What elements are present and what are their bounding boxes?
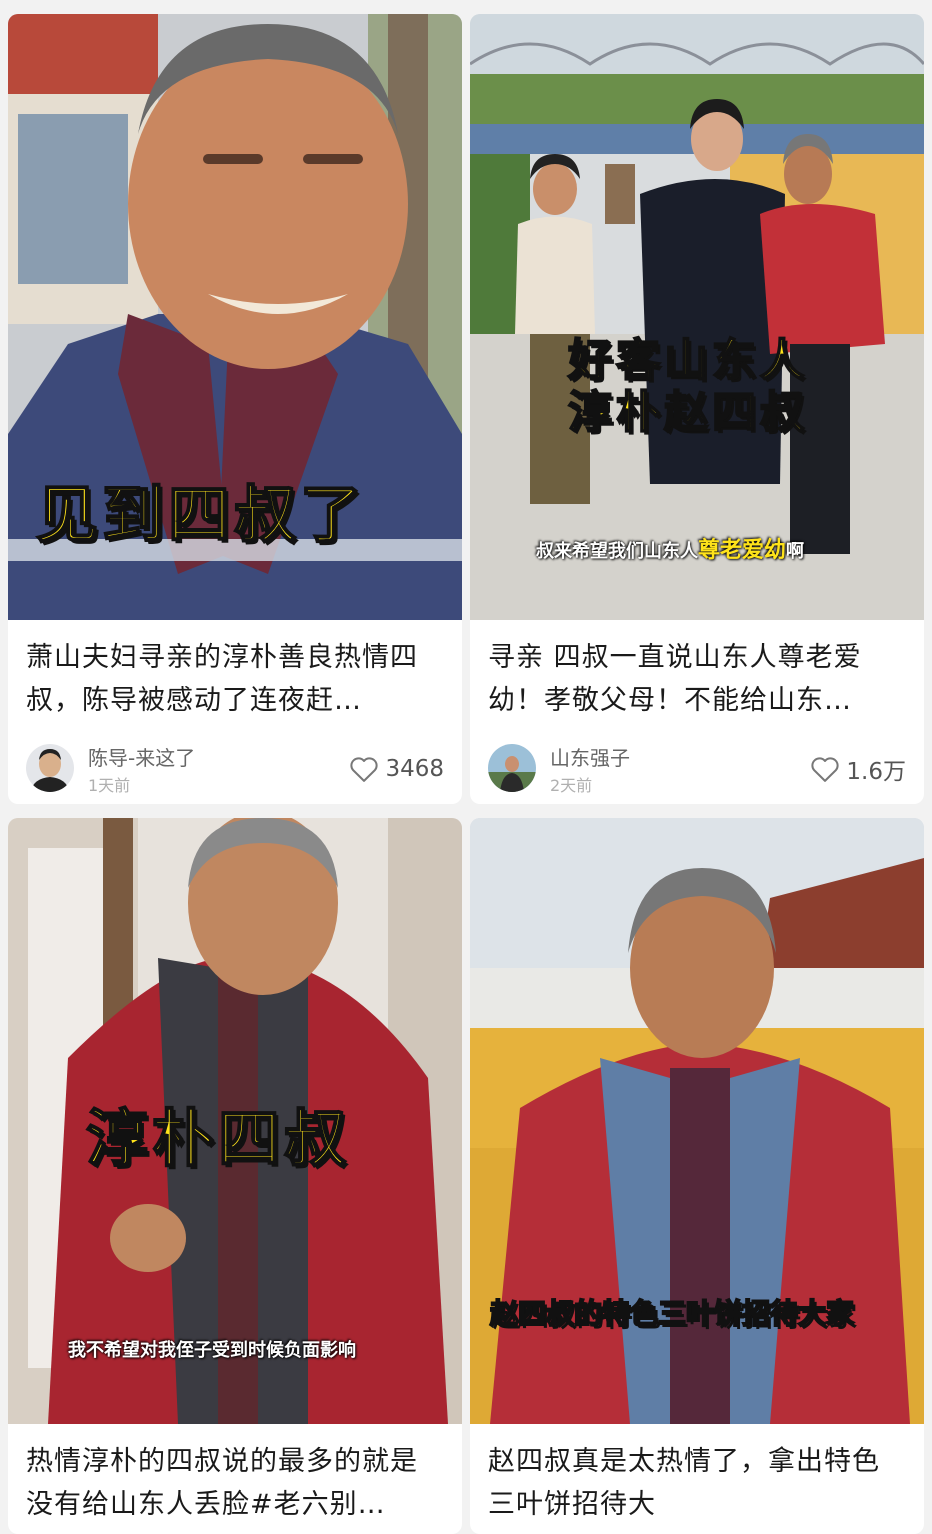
subtitle-end: 啊	[786, 541, 805, 562]
thumbnail-overlay-line-2: 淳朴赵四叔	[567, 386, 808, 439]
thumbnail-subtitle: 叔来希望我们山东人尊老爱幼啊	[536, 532, 804, 564]
video-title[interactable]: 热情淳朴的四叔说的最多的就是没有给山东人丢脸#老六别…	[26, 1440, 444, 1526]
video-card-1[interactable]: 见到四叔了 萧山夫妇寻亲的淳朴善良热情四叔，陈导被感动了连夜赶… 陈导-来这了 …	[8, 14, 462, 804]
author-name[interactable]: 山东强子	[550, 742, 630, 771]
like-count: 3468	[385, 756, 444, 782]
subtitle-text: 叔来希望我们山东人	[536, 541, 698, 562]
video-thumbnail[interactable]: 见到四叔了	[8, 14, 462, 620]
video-card-2[interactable]: 好客山东人 淳朴赵四叔 叔来希望我们山东人尊老爱幼啊 寻亲 四叔一直说山东人尊老…	[470, 14, 924, 804]
thumbnail-subtitle: 我不希望对我侄子受到时候负面影响	[68, 1340, 356, 1361]
like-button[interactable]: 1.6万	[810, 754, 906, 785]
avatar[interactable]	[26, 744, 74, 792]
heart-icon	[350, 757, 379, 782]
post-time: 2天前	[550, 776, 593, 795]
video-thumbnail[interactable]: 赵四叔的特色三叶饼招待大家	[470, 818, 924, 1424]
video-card-3[interactable]: 淳朴四叔 我不希望对我侄子受到时候负面影响 热情淳朴的四叔说的最多的就是没有给山…	[8, 818, 462, 1534]
video-thumbnail[interactable]: 淳朴四叔 我不希望对我侄子受到时候负面影响	[8, 818, 462, 1424]
video-card-4[interactable]: 赵四叔的特色三叶饼招待大家 赵四叔真是太热情了，拿出特色三叶饼招待大	[470, 818, 924, 1534]
thumbnail-overlay-text: 淳朴四叔	[85, 1101, 351, 1176]
thumbnail-overlay-text: 见到四叔了	[35, 477, 367, 552]
author-name[interactable]: 陈导-来这了	[88, 742, 195, 771]
video-meta: 山东强子 2天前 1.6万	[488, 742, 906, 798]
thumbnail-overlay-text: 赵四叔的特色三叶饼招待大家	[489, 1296, 855, 1331]
like-count: 1.6万	[846, 759, 906, 785]
heart-icon	[811, 757, 839, 782]
thumbnail-image	[470, 818, 924, 1424]
subtitle-highlight: 尊老爱幼	[698, 538, 787, 563]
video-meta: 陈导-来这了 1天前 3468	[26, 742, 444, 798]
avatar[interactable]	[488, 744, 536, 792]
post-time: 1天前	[88, 776, 131, 795]
video-thumbnail[interactable]: 好客山东人 淳朴赵四叔 叔来希望我们山东人尊老爱幼啊	[470, 14, 924, 620]
thumbnail-image	[470, 14, 924, 620]
video-title[interactable]: 寻亲 四叔一直说山东人尊老爱幼！孝敬父母！不能给山东…	[488, 636, 906, 722]
video-title[interactable]: 萧山夫妇寻亲的淳朴善良热情四叔，陈导被感动了连夜赶…	[26, 636, 444, 722]
video-title[interactable]: 赵四叔真是太热情了，拿出特色三叶饼招待大	[488, 1440, 906, 1526]
like-button[interactable]: 3468	[349, 754, 444, 784]
